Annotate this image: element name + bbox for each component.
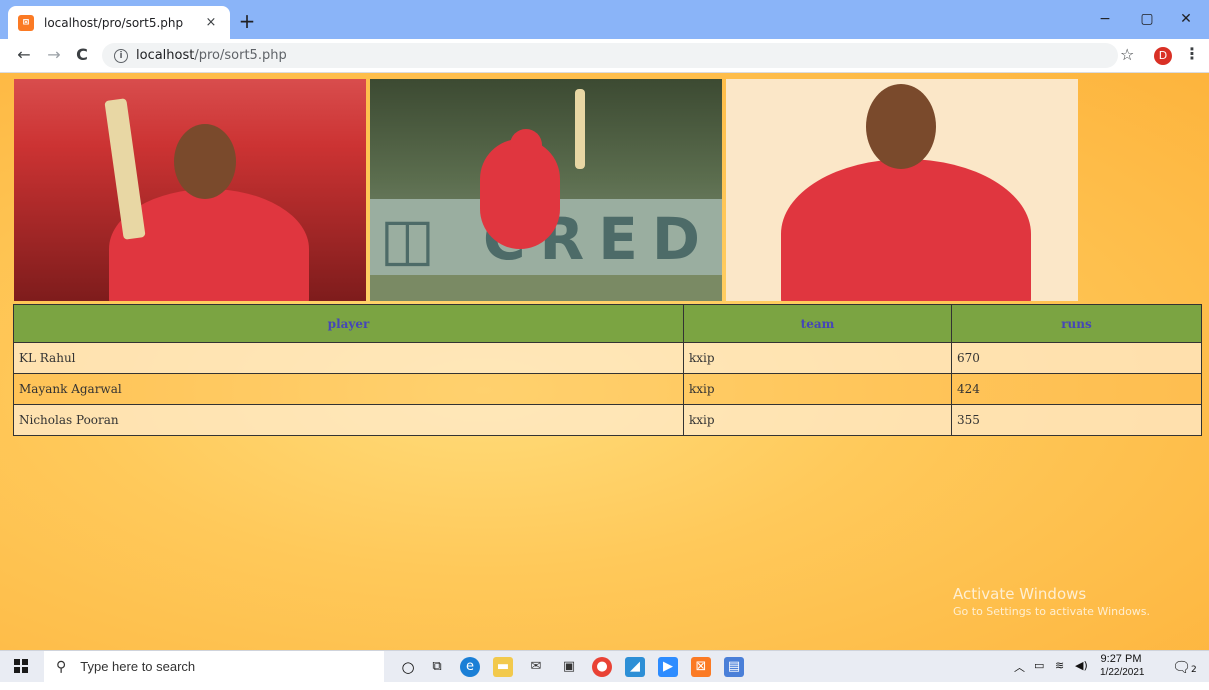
windows-start-icon[interactable] [14,659,28,673]
cell-runs: 355 [951,404,1202,436]
mail-icon[interactable]: ✉ [526,657,546,677]
cell-player: KL Rahul [13,342,684,374]
table-row: Nicholas Pooran kxip 355 [13,404,1202,436]
task-view-icon[interactable]: ⧉ [427,657,447,677]
column-header-team: team [683,304,952,343]
head-shape [174,124,236,199]
new-tab-button[interactable]: + [236,10,258,32]
windows-taskbar: ⚲ Type here to search ○ ⧉ e ▬ ✉ ▣ ● ◢ ▶ … [0,650,1209,682]
xampp-icon[interactable]: ⊠ [691,657,711,677]
clock-time: 9:27 PM [1100,653,1142,665]
minimize-button[interactable]: − [1085,4,1125,34]
cell-runs: 424 [951,373,1202,405]
cell-player: Mayank Agarwal [13,373,684,405]
store-icon[interactable]: ▣ [559,657,579,677]
volume-icon[interactable]: ◀) [1075,659,1088,690]
cortana-icon[interactable]: ○ [398,657,418,677]
bookmark-star-icon[interactable]: ☆ [1120,45,1134,64]
app-icon[interactable]: ◢ [625,657,645,677]
pitch-ground [370,275,722,301]
cell-team: kxip [683,373,952,405]
taskbar-clock[interactable]: 9:27 PM 1/22/2021 [1100,653,1145,679]
browser-tab[interactable]: ⊠ localhost/pro/sort5.php × [8,6,230,39]
xampp-favicon-icon: ⊠ [18,14,34,31]
table-row: Mayank Agarwal kxip 424 [13,373,1202,405]
bat-shape [104,98,146,240]
wifi-icon[interactable]: ≋ [1055,659,1064,690]
edge-browser-icon[interactable]: e [460,657,480,677]
battery-icon[interactable]: ▭ [1034,659,1044,690]
cell-player: Nicholas Pooran [13,404,684,436]
zoom-icon[interactable]: ▶ [658,657,678,677]
jersey-shape [781,159,1031,301]
activate-windows-watermark: Activate Windows Go to Settings to activ… [953,585,1150,618]
cell-team: kxip [683,342,952,374]
tab-title: localhost/pro/sort5.php [44,15,184,30]
close-window-button[interactable]: ✕ [1166,4,1206,34]
url-text[interactable]: localhost/pro/sort5.php [136,48,287,63]
notepad-icon[interactable]: ▤ [724,657,744,677]
file-explorer-icon[interactable]: ▬ [493,657,513,677]
taskbar-search-box[interactable]: ⚲ Type here to search [44,651,384,682]
chrome-icon[interactable]: ● [592,657,612,677]
player-photo-kl-rahul [14,79,366,301]
cell-runs: 670 [951,342,1202,374]
notification-center-icon[interactable]: 🗨2 [1172,658,1197,689]
watermark-title: Activate Windows [953,585,1087,603]
browser-tab-bar: ⊠ localhost/pro/sort5.php × + − ▢ ✕ [0,0,1209,39]
table-row: KL Rahul kxip 670 [13,342,1202,374]
table-header-row: player team runs [13,304,1202,343]
browser-toolbar: ← → C i localhost/pro/sort5.php ☆ D ⋮ [0,39,1209,73]
notification-count: 2 [1191,665,1197,675]
maximize-button[interactable]: ▢ [1127,4,1167,34]
player-photo-mayank-agarwal: ◫ CRED ◫ CR [370,79,722,301]
cell-team: kxip [683,404,952,436]
bat-shape [575,89,585,169]
watermark-subtitle: Go to Settings to activate Windows. [953,605,1151,618]
chevron-up-icon[interactable]: ︿ [1014,659,1025,690]
profile-avatar[interactable]: D [1154,47,1172,65]
player-photo-nicholas-pooran [726,79,1078,301]
clock-date: 1/22/2021 [1100,667,1145,678]
forward-arrow-icon[interactable]: → [42,43,66,67]
head-shape [866,84,936,169]
search-placeholder: Type here to search [80,659,196,674]
reload-icon[interactable]: C [70,43,94,67]
address-bar[interactable]: i localhost/pro/sort5.php [102,43,1118,68]
tab-close-icon[interactable]: × [202,15,220,30]
url-path: /pro/sort5.php [194,48,287,63]
column-header-player: player [13,304,684,343]
info-icon[interactable]: i [114,48,128,63]
url-host: localhost [136,48,195,63]
back-arrow-icon[interactable]: ← [12,43,36,67]
column-header-runs: runs [951,304,1202,343]
search-icon: ⚲ [56,658,67,675]
page-content: ◫ CRED ◫ CR player team runs KL Rahul kx… [0,73,1209,650]
player-runs-table: player team runs KL Rahul kxip 670 Mayan… [13,304,1202,436]
helmet-shape [510,129,542,161]
kebab-menu-icon[interactable]: ⋮ [1184,44,1200,63]
